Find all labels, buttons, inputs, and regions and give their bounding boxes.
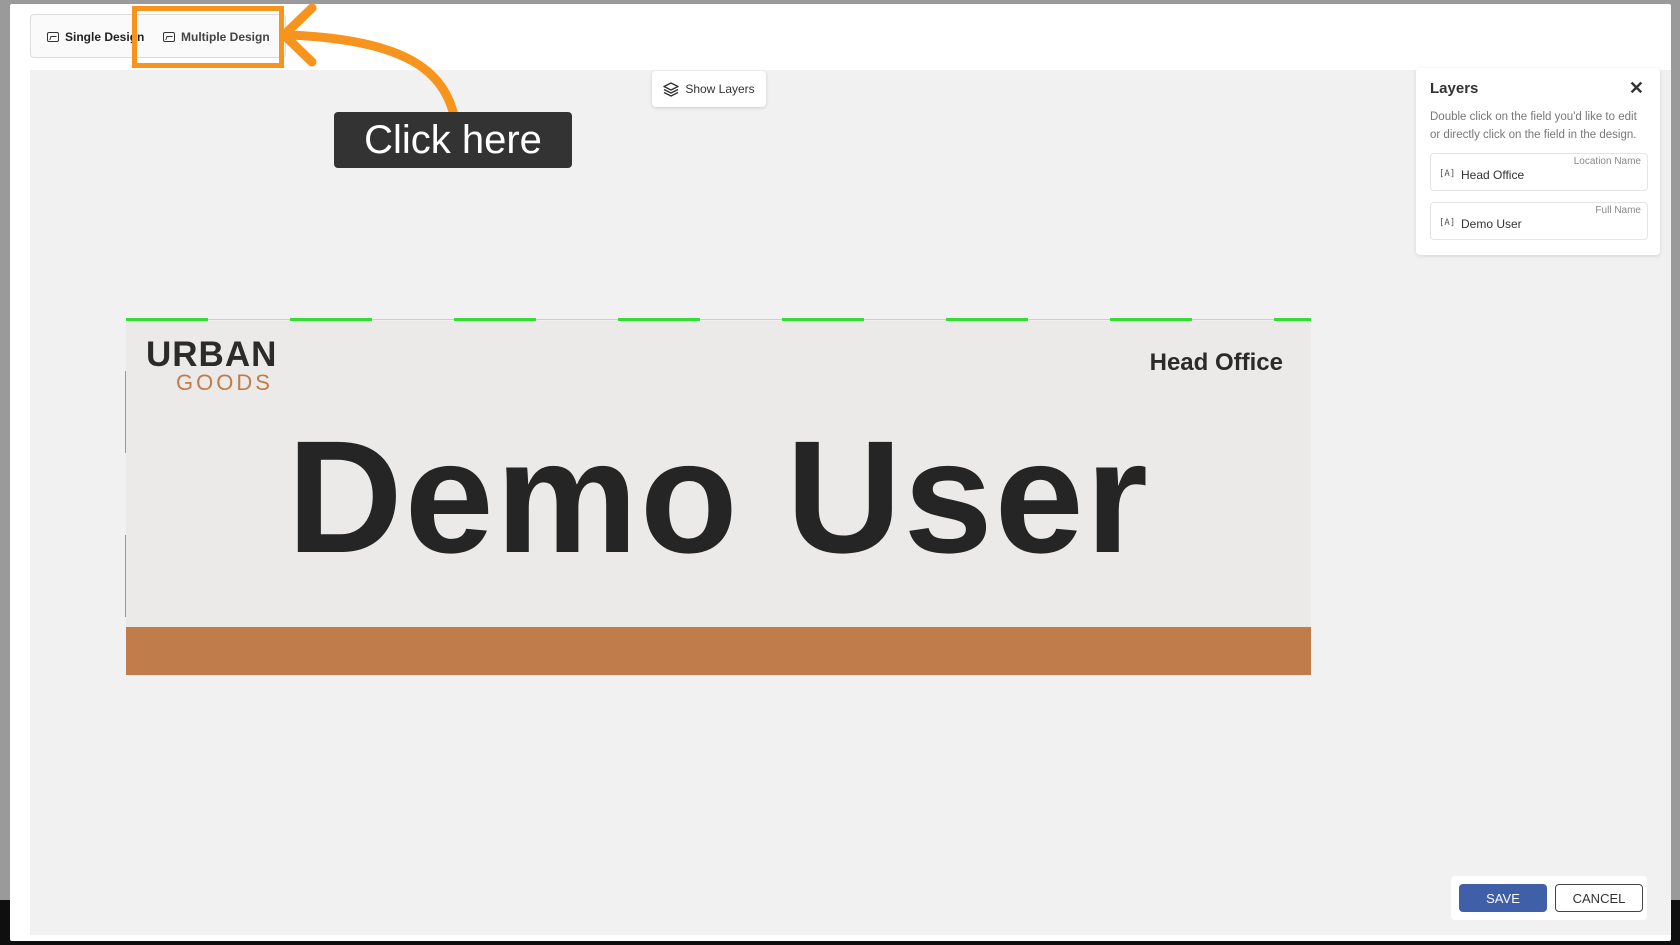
- logo-goods-text: GOODS: [176, 370, 273, 395]
- layer-item-value: Demo User: [1461, 217, 1522, 231]
- badge-footer-bar: [126, 627, 1311, 675]
- text-field-icon: [A]: [1439, 169, 1456, 179]
- layers-icon: [663, 82, 680, 97]
- tab-single-design[interactable]: Single Design: [47, 23, 144, 51]
- layer-item-value: Head Office: [1461, 168, 1525, 182]
- close-icon[interactable]: ✕: [1629, 78, 1644, 99]
- layer-item-label: Location Name: [1573, 156, 1641, 167]
- footer-actions: SAVE CANCEL: [1451, 876, 1647, 920]
- badge-name-field[interactable]: Demo User: [126, 409, 1311, 585]
- arrow-annotation-icon: [279, 3, 460, 125]
- text-field-icon: [A]: [1439, 218, 1456, 228]
- save-button[interactable]: SAVE: [1459, 884, 1547, 912]
- layers-panel-description: Double click on the field you'd like to …: [1430, 111, 1637, 141]
- show-layers-button[interactable]: Show Layers: [652, 71, 766, 107]
- badge-design[interactable]: URBAN GOODS Head Office Demo User: [126, 321, 1311, 675]
- click-here-tooltip: Click here: [334, 112, 572, 168]
- image-icon: [47, 32, 59, 42]
- badge-location-field[interactable]: Head Office: [1150, 349, 1283, 377]
- logo-urban-text: URBAN: [146, 335, 278, 374]
- layers-panel: Layers ✕ Double click on the field you'd…: [1416, 68, 1660, 255]
- layer-item-full-name[interactable]: Full Name [A] Demo User: [1430, 202, 1648, 240]
- highlight-box: [132, 6, 284, 68]
- layer-item-label: Full Name: [1595, 205, 1641, 216]
- cancel-button[interactable]: CANCEL: [1555, 884, 1643, 912]
- layers-panel-title: Layers: [1430, 80, 1479, 97]
- layer-item-location-name[interactable]: Location Name [A] Head Office: [1430, 153, 1648, 191]
- show-layers-label: Show Layers: [685, 82, 755, 96]
